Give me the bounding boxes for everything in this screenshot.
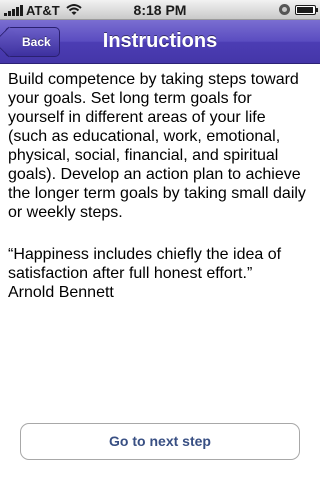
back-button[interactable]: Back	[0, 26, 60, 58]
next-step-button[interactable]: Go to next step	[20, 423, 300, 460]
orientation-lock-icon	[279, 4, 290, 15]
battery-icon	[295, 5, 318, 15]
quote-text: “Happiness includes chiefly the idea of …	[8, 246, 282, 282]
page-title: Instructions	[102, 30, 218, 52]
quote-author: Arnold Bennett	[8, 284, 114, 301]
instructions-content: Build competence by taking steps toward …	[8, 70, 308, 325]
status-bar: AT&T 8:18 PM	[0, 0, 320, 20]
navigation-bar: Back Instructions	[0, 20, 320, 64]
back-button-label: Back	[22, 35, 51, 49]
back-arrow-shape	[0, 26, 25, 58]
quote-block: “Happiness includes chiefly the idea of …	[8, 245, 308, 302]
instruction-paragraph: Build competence by taking steps toward …	[8, 71, 306, 221]
status-time: 8:18 PM	[133, 2, 187, 18]
